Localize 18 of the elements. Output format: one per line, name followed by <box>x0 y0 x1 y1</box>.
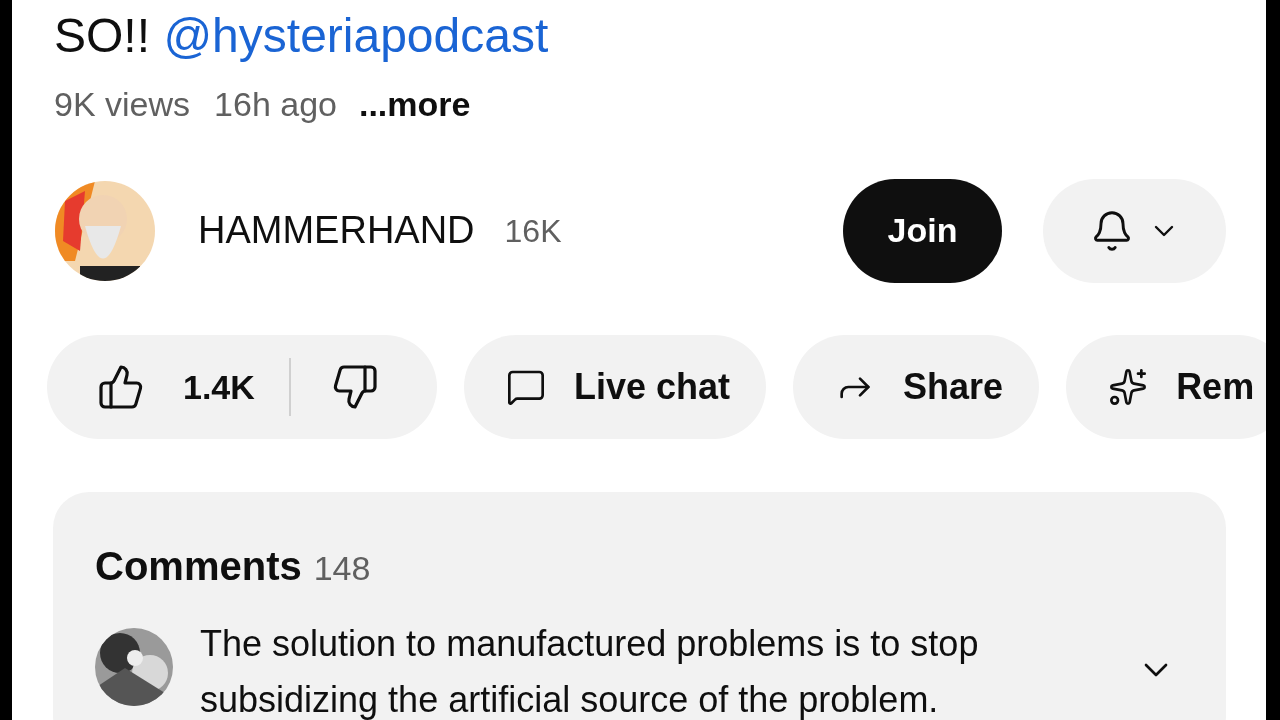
share-button[interactable]: Share <box>793 335 1040 439</box>
thumbs-up-icon[interactable] <box>97 363 145 411</box>
video-title: SO!! <box>54 9 151 62</box>
like-count[interactable]: 1.4K <box>183 361 255 413</box>
comments-card[interactable]: Comments 148 The solution to manufactured problems is to stop subsidizing the artificial source of the problem. <box>53 492 1226 720</box>
join-button[interactable]: Join <box>843 178 1002 283</box>
remix-icon <box>1108 367 1149 407</box>
chat-button[interactable]: Live chat <box>464 335 767 439</box>
upload-age: 16h ago <box>214 84 337 124</box>
top-comment: The solution to manufactured problems is to stop subsidizing the artificial source of the problem. <box>200 622 980 720</box>
subscriber-count: 16K <box>504 211 562 251</box>
comments-heading: Comments <box>95 543 302 590</box>
remix-button[interactable]: Rem <box>1066 335 1266 439</box>
view-count: 9K views <box>54 84 191 124</box>
channel-name[interactable]: HAMMERHAND <box>198 202 475 259</box>
more-link[interactable]: ...more <box>358 84 471 124</box>
comment-count: 148 <box>313 548 371 589</box>
mention-link[interactable]: @hysteriapodcast <box>163 9 549 62</box>
